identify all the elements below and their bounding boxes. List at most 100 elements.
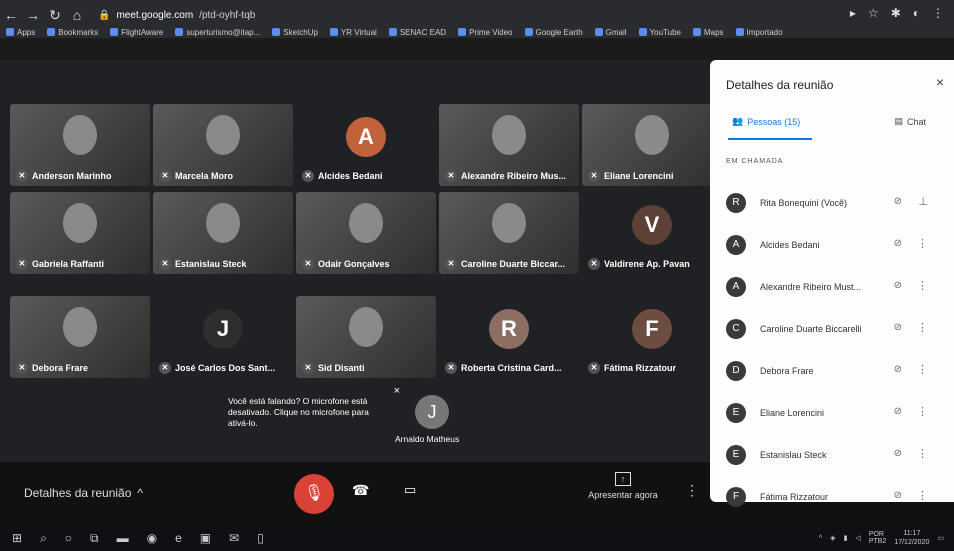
- people-icon: 👥: [732, 116, 744, 126]
- more-options-icon[interactable]: ⋮: [917, 237, 928, 250]
- more-options-icon[interactable]: ⋮: [917, 279, 928, 292]
- participant-name: Alcides Bedani: [318, 171, 383, 181]
- bookmark-item[interactable]: SENAC EAD: [388, 26, 446, 38]
- more-options-icon[interactable]: ⋮: [917, 447, 928, 460]
- more-options-icon[interactable]: ⋮: [917, 489, 928, 502]
- participant-row[interactable]: E Estanislau Steck ⊘ ⋮: [710, 434, 954, 476]
- more-options-icon[interactable]: ⋮: [917, 363, 928, 376]
- bookmark-item[interactable]: Apps: [6, 26, 35, 38]
- volume-icon[interactable]: ◁: [855, 534, 860, 542]
- bookmark-item[interactable]: superturismo@itap...: [175, 26, 260, 38]
- participant-tile[interactable]: ✕ Marcela Moro: [153, 104, 293, 186]
- camera-toggle-icon[interactable]: ▭: [404, 482, 416, 498]
- bookmark-item[interactable]: SketchUp: [272, 26, 318, 38]
- mic-off-icon: ✕: [159, 170, 171, 182]
- bookmark-item[interactable]: YouTube: [638, 26, 681, 38]
- participant-name: Debora Frare: [32, 363, 89, 373]
- bookmark-item[interactable]: Bookmarks: [47, 26, 98, 38]
- participant-tile[interactable]: ✕ Gabriela Raffanti: [10, 192, 150, 274]
- store-icon[interactable]: ▣: [200, 531, 211, 546]
- participant-row[interactable]: E Eliane Lorencini ⊘ ⋮: [710, 392, 954, 434]
- participant-name-row: ✕ Marcela Moro: [159, 170, 233, 182]
- bookmark-item[interactable]: YR Virtual: [329, 26, 377, 38]
- participant-name: Roberta Cristina Card...: [461, 363, 562, 373]
- bookmark-item[interactable]: Importado: [735, 26, 783, 38]
- mic-app-icon[interactable]: ▯: [257, 531, 264, 546]
- forward-icon[interactable]: →: [22, 6, 44, 24]
- participant-row[interactable]: F Fátima Rizzatour ⊘ ⋮: [710, 476, 954, 518]
- participant-tile[interactable]: ✕ Alexandre Ribeiro Mus...: [439, 104, 579, 186]
- back-icon[interactable]: ←: [0, 6, 22, 24]
- bookmark-item[interactable]: Google Earth: [524, 26, 583, 38]
- tab-people[interactable]: 👥 Pessoas (15): [732, 116, 800, 127]
- cortana-icon[interactable]: ○: [65, 531, 72, 546]
- participant-tile[interactable]: ✕ Debora Frare: [10, 296, 150, 378]
- bookmark-item[interactable]: Maps: [692, 26, 724, 38]
- participant-row[interactable]: A Alexandre Ribeiro Must... ⊘ ⋮: [710, 266, 954, 308]
- participant-tile[interactable]: F ✕ Fátima Rizzatour: [582, 296, 722, 378]
- file-explorer-icon[interactable]: ▬: [117, 531, 129, 546]
- task-view-icon[interactable]: ⧉: [90, 531, 99, 546]
- meeting-details-button[interactable]: Detalhes da reunião ^: [24, 486, 143, 500]
- participant-tile[interactable]: J ✕ José Carlos Dos Sant...: [153, 296, 293, 378]
- windows-taskbar: ⊞ ⌕ ○ ⧉ ▬ ◉ e ▣ ✉ ▯ ^ ◈ ▮ ◁ POR PTB2 11:…: [0, 526, 954, 551]
- participant-row[interactable]: A Alcides Bedani ⊘ ⋮: [710, 224, 954, 266]
- profile-icon[interactable]: ◐: [913, 6, 920, 20]
- mail-icon[interactable]: ✉: [229, 531, 239, 546]
- participant-row[interactable]: D Debora Frare ⊘ ⋮: [710, 350, 954, 392]
- participant-name-row: ✕ Fátima Rizzatour: [588, 362, 676, 374]
- participant-tile[interactable]: ✕ Eliane Lorencini: [582, 104, 722, 186]
- notifications-icon[interactable]: ▭: [937, 534, 944, 542]
- language-indicator[interactable]: POR PTB2: [869, 531, 887, 545]
- participant-name: Fátima Rizzatour: [760, 492, 829, 502]
- present-now-button[interactable]: ↑ Apresentar agora: [578, 472, 668, 500]
- participant-tile[interactable]: ✕ Anderson Marinho: [10, 104, 150, 186]
- more-options-icon[interactable]: ⋮: [917, 321, 928, 334]
- tray-chevron-icon[interactable]: ^: [819, 535, 822, 542]
- star-icon[interactable]: ☆: [868, 6, 879, 20]
- chrome-icon[interactable]: ◉: [147, 531, 157, 546]
- extensions-icon[interactable]: ✱: [891, 6, 901, 20]
- participant-tile[interactable]: ✕ Sid Disanti: [296, 296, 436, 378]
- participant-tile[interactable]: A ✕ Alcides Bedani: [296, 104, 436, 186]
- participant-row[interactable]: C Caroline Duarte Biccarelli ⊘ ⋮: [710, 308, 954, 350]
- participant-tile[interactable]: ✕ Odair Gonçalves: [296, 192, 436, 274]
- bookmark-item[interactable]: Prime Video: [458, 26, 513, 38]
- more-options-icon[interactable]: ⋮: [685, 482, 699, 499]
- participant-tile[interactable]: R ✕ Roberta Cristina Card...: [439, 296, 579, 378]
- avatar: J: [415, 395, 449, 429]
- participant-tile[interactable]: ✕ Estanislau Steck: [153, 192, 293, 274]
- edge-icon[interactable]: e: [175, 531, 182, 546]
- bookmark-label: Prime Video: [469, 27, 513, 37]
- participant-tile[interactable]: ✕ Caroline Duarte Biccar...: [439, 192, 579, 274]
- bookmark-icon: [458, 28, 467, 36]
- hang-up-icon[interactable]: ☎: [352, 482, 369, 499]
- avatar: A: [726, 235, 746, 255]
- tab-chat[interactable]: ▤ Chat: [894, 116, 926, 127]
- menu-icon[interactable]: ⋮: [932, 6, 944, 20]
- battery-icon[interactable]: ▮: [844, 534, 848, 542]
- mic-off-button[interactable]: 🎙: [294, 474, 334, 514]
- bookmark-item[interactable]: FlightAware: [110, 26, 163, 38]
- participant-row[interactable]: R Rita Bonequini (Você) ⊘ ⊥: [710, 182, 954, 224]
- avatar: V: [632, 204, 672, 245]
- bookmark-icon: [329, 28, 338, 36]
- reload-icon[interactable]: ↻: [44, 6, 66, 24]
- bookmark-label: Gmail: [605, 27, 627, 37]
- network-icon[interactable]: ◈: [830, 534, 835, 542]
- camera-icon[interactable]: ▸: [850, 6, 856, 20]
- participant-tile[interactable]: V ✕ Valdirene Ap. Pavan: [582, 192, 722, 274]
- mic-off-icon: ✕: [16, 170, 28, 182]
- bookmark-icon: [110, 28, 119, 36]
- close-icon[interactable]: ×: [936, 74, 944, 90]
- url-bar[interactable]: 🔒 meet.google.com/ptd-oyhf-tqb: [98, 10, 255, 21]
- clock[interactable]: 11:17 17/12/2020: [894, 529, 929, 547]
- avatar: R: [726, 193, 746, 213]
- home-icon[interactable]: ⌂: [66, 6, 88, 24]
- more-options-icon[interactable]: ⋮: [917, 405, 928, 418]
- bookmark-item[interactable]: Gmail: [594, 26, 627, 38]
- search-icon[interactable]: ⌕: [40, 531, 47, 546]
- bookmark-label: superturismo@itap...: [186, 27, 261, 37]
- pin-icon[interactable]: ⊥: [918, 195, 928, 208]
- windows-start-icon[interactable]: ⊞: [12, 531, 22, 546]
